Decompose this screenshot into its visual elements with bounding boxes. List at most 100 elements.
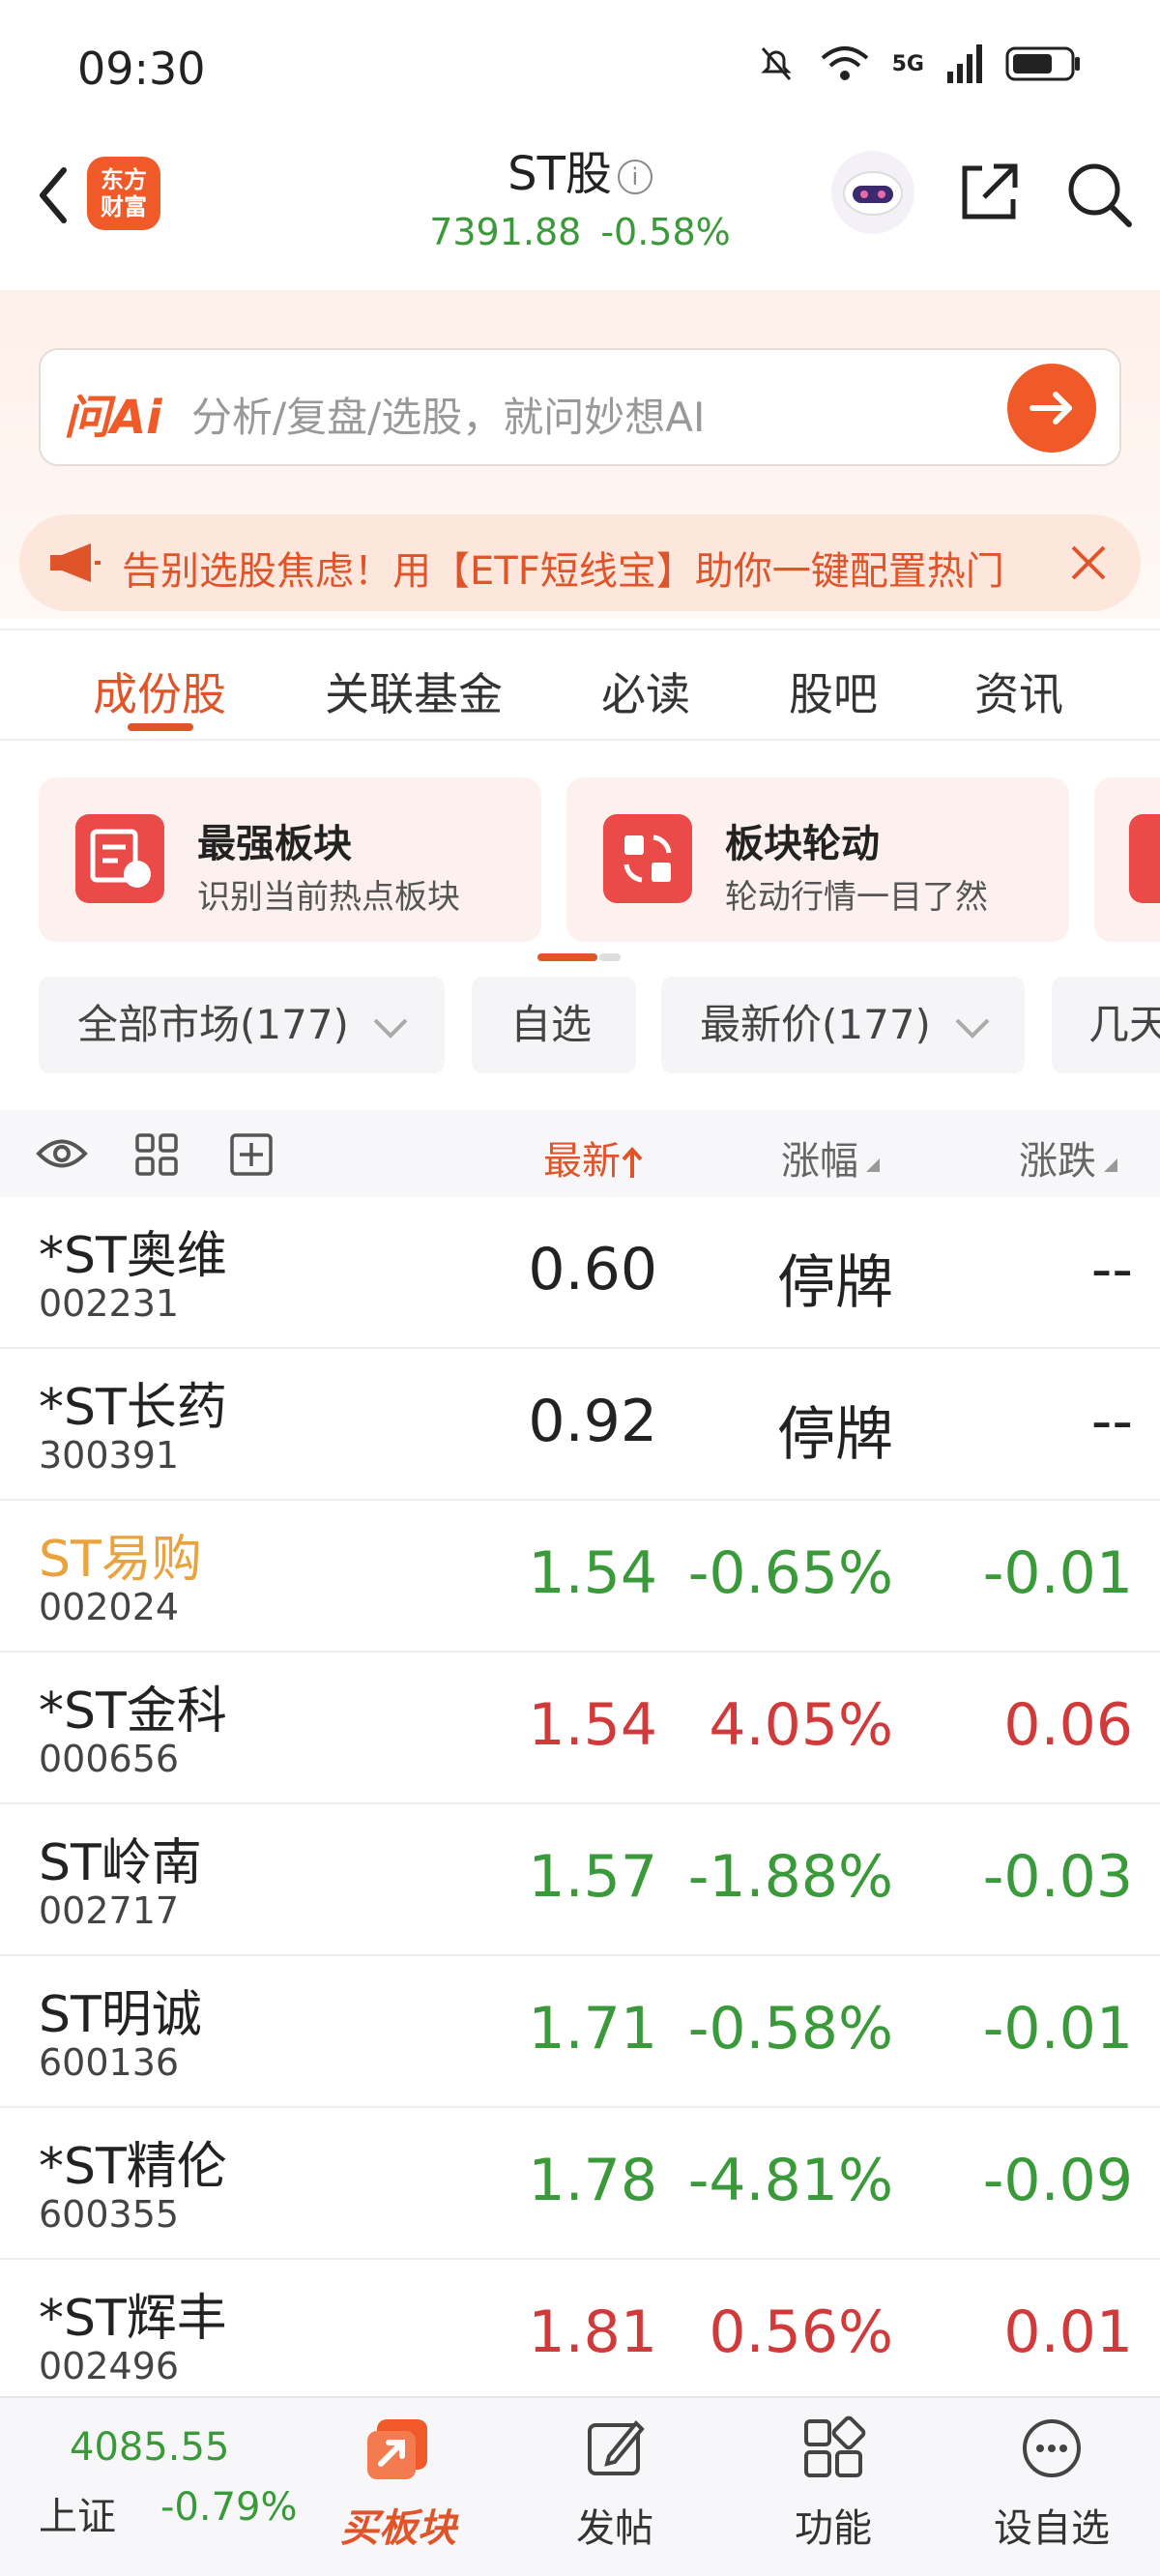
- stock-name: *ST长药: [39, 1379, 227, 1437]
- sh-index-value[interactable]: 4085.55: [70, 2425, 229, 2470]
- stock-change-pct: 停牌: [777, 1401, 893, 1469]
- tab-news[interactable]: 资讯: [974, 659, 1063, 723]
- arrow-right-icon: [1030, 392, 1072, 424]
- info-icon[interactable]: i: [617, 160, 652, 194]
- stock-change-pct: 4.05%: [709, 1691, 893, 1759]
- carousel-indicator: [537, 953, 621, 961]
- stock-change-pct: -0.65%: [687, 1539, 893, 1607]
- bottom-bar: 4085.55 上证 -0.79% 买板块 发帖 功能 设自选: [0, 2396, 1160, 2576]
- tab-must-read[interactable]: 必读: [601, 659, 690, 723]
- table-row[interactable]: *ST奥维 002231 0.60 停牌 --: [0, 1197, 1160, 1349]
- rotation-icon: [603, 814, 692, 903]
- post-label: 发帖: [576, 2506, 653, 2551]
- card-partial-icon: [1129, 814, 1160, 903]
- stock-name: *ST精伦: [39, 2138, 227, 2196]
- stock-code: 002717: [39, 1889, 180, 1932]
- banner-text: 告别选股焦虑！用【ETF短线宝】助你一键配置热门: [122, 549, 1004, 594]
- stock-code: 600355: [39, 2193, 180, 2236]
- stock-change: 0.06: [1003, 1691, 1133, 1759]
- page-title: ST股 i: [367, 135, 793, 203]
- stock-code: 002231: [39, 1282, 180, 1325]
- stock-change: -0.03: [982, 1843, 1133, 1911]
- card-strongest-sector[interactable]: 最强板块 识别当前热点板块: [39, 777, 541, 942]
- share-icon[interactable]: [955, 159, 1023, 226]
- eye-icon[interactable]: [35, 1131, 89, 1176]
- stock-name: *ST辉丰: [39, 2290, 227, 2348]
- back-icon[interactable]: [25, 157, 83, 234]
- ai-section: 问Ai 分析/复盘/选股，就问妙想AI 告别选股焦虑！用【ETF短线宝】助你一键…: [0, 290, 1160, 619]
- price-filter[interactable]: 最新价(177): [661, 977, 1025, 1073]
- functions-button[interactable]: 功能: [756, 2414, 911, 2553]
- header-change[interactable]: 涨跌: [1019, 1129, 1119, 1186]
- stock-name: *ST金科: [39, 1683, 227, 1741]
- add-watchlist-button[interactable]: 设自选: [974, 2414, 1129, 2553]
- status-bar: 09:30 5G: [0, 0, 1160, 135]
- buy-sector-button[interactable]: 买板块: [321, 2414, 476, 2553]
- table-row[interactable]: ST岭南 002717 1.57 -1.88% -0.03: [0, 1804, 1160, 1956]
- sh-index-change[interactable]: -0.79%: [160, 2485, 298, 2530]
- feature-cards: 最强板块 识别当前热点板块 板块轮动 轮动行情一目了然: [0, 774, 1160, 948]
- sh-index-name[interactable]: 上证: [39, 2485, 116, 2541]
- ai-search-input[interactable]: 分析/复盘/选股，就问妙想AI: [191, 385, 705, 444]
- add-icon[interactable]: [228, 1131, 275, 1178]
- header-latest[interactable]: 最新: [543, 1129, 644, 1186]
- chart-thumb-icon: [75, 814, 164, 903]
- ai-assistant-icon[interactable]: [831, 151, 914, 234]
- market-filter[interactable]: 全部市场(177): [39, 977, 445, 1073]
- header: 东方 财富 ST股 i 7391.88 -0.58%: [0, 135, 1160, 261]
- stock-price: 0.60: [528, 1236, 657, 1303]
- stock-code: 600136: [39, 2041, 180, 2084]
- ai-search-box[interactable]: 问Ai 分析/复盘/选股，就问妙想AI: [39, 348, 1121, 466]
- network-label: 5G: [891, 51, 924, 76]
- tab-indicator: [128, 723, 193, 731]
- promo-banner[interactable]: 告别选股焦虑！用【ETF短线宝】助你一键配置热门: [19, 514, 1141, 611]
- close-icon[interactable]: [1065, 540, 1112, 586]
- stock-code: 002496: [39, 2345, 180, 2387]
- chevron-down-icon: [955, 1018, 990, 1039]
- battery-icon: [1005, 46, 1080, 81]
- card-sector-rotation[interactable]: 板块轮动 轮动行情一目了然: [566, 777, 1069, 942]
- tab-constituents[interactable]: 成份股: [93, 659, 226, 723]
- buy-sector-icon: [367, 2419, 427, 2479]
- stock-price: 1.81: [528, 2298, 657, 2366]
- apps-icon: [804, 2415, 866, 2477]
- stock-code: 000656: [39, 1738, 180, 1780]
- table-row[interactable]: ST明诚 600136 1.71 -0.58% -0.01: [0, 1956, 1160, 2108]
- mute-icon: [761, 47, 792, 80]
- table-row[interactable]: *ST长药 300391 0.92 停牌 --: [0, 1349, 1160, 1501]
- tab-bar: 成份股 关联基金 必读 股吧 资讯: [0, 629, 1160, 741]
- functions-label: 功能: [795, 2506, 872, 2551]
- stock-price: 1.54: [528, 1539, 657, 1607]
- stock-change-pct: -0.58%: [687, 1995, 893, 2063]
- table-header: 最新 涨幅 涨跌: [0, 1110, 1160, 1197]
- stock-change: -0.09: [982, 2147, 1133, 2214]
- ai-submit-button[interactable]: [1007, 364, 1096, 453]
- filter-bar: 全部市场(177) 自选 最新价(177) 几天: [0, 977, 1160, 1073]
- stock-name: ST明诚: [39, 1986, 202, 2044]
- stock-list: *ST奥维 002231 0.60 停牌 -- *ST长药 300391 0.9…: [0, 1197, 1160, 2412]
- post-button[interactable]: 发帖: [537, 2414, 692, 2553]
- stock-change-pct: 停牌: [777, 1249, 893, 1317]
- watchlist-filter[interactable]: 自选: [472, 977, 636, 1073]
- app-logo[interactable]: 东方 财富: [87, 157, 160, 230]
- table-row[interactable]: *ST金科 000656 1.54 4.05% 0.06: [0, 1653, 1160, 1804]
- card-subtitle: 轮动行情一目了然: [725, 878, 988, 917]
- tab-forum[interactable]: 股吧: [789, 659, 878, 723]
- sort-icon: [1104, 1158, 1117, 1172]
- card-subtitle: 识别当前热点板块: [197, 878, 460, 917]
- table-row[interactable]: ST易购 002024 1.54 -0.65% -0.01: [0, 1501, 1160, 1653]
- ai-logo: 问Ai: [64, 391, 162, 445]
- signal-icon: [947, 44, 982, 83]
- search-icon[interactable]: [1063, 159, 1135, 230]
- card-partial[interactable]: [1094, 777, 1160, 942]
- grid-icon[interactable]: [133, 1131, 180, 1178]
- stock-price: 1.71: [528, 1995, 657, 2063]
- tab-related-funds[interactable]: 关联基金: [325, 659, 503, 723]
- stock-price: 1.78: [528, 2147, 657, 2214]
- stock-code: 002024: [39, 1586, 180, 1628]
- table-row[interactable]: *ST精伦 600355 1.78 -4.81% -0.09: [0, 2108, 1160, 2260]
- days-filter[interactable]: 几天: [1052, 977, 1160, 1073]
- header-change-pct[interactable]: 涨幅: [781, 1129, 882, 1186]
- stock-change-pct: -1.88%: [687, 1843, 893, 1911]
- table-row[interactable]: *ST辉丰 002496 1.81 0.56% 0.01: [0, 2260, 1160, 2412]
